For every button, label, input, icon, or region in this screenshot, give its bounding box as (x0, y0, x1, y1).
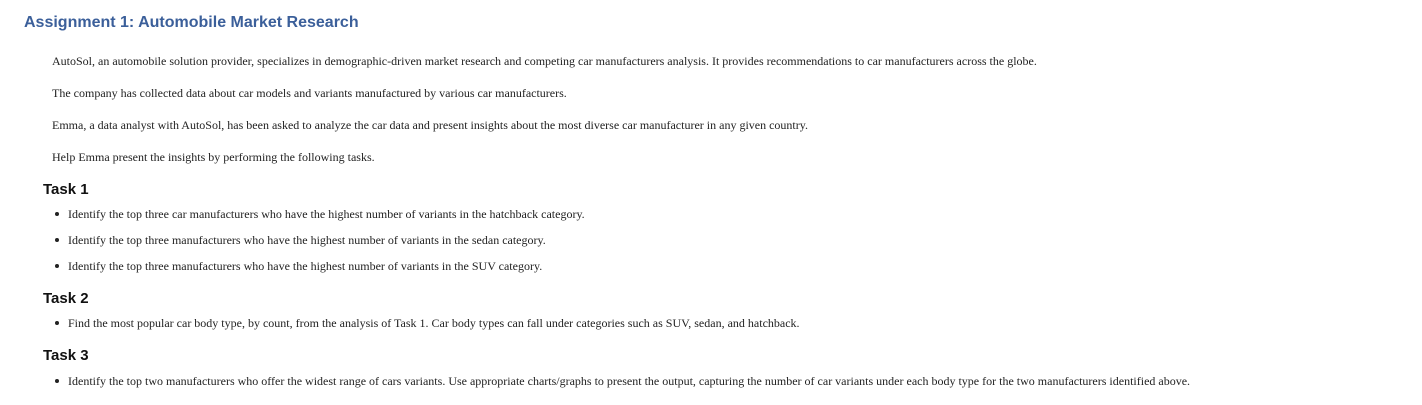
task-2-item-1: Find the most popular car body type, by … (55, 316, 800, 331)
task-1-item-1: Identify the top three car manufacturers… (55, 207, 585, 222)
task-3-heading: Task 3 (43, 347, 89, 364)
task-2-item-1-text: Find the most popular car body type, by … (68, 316, 800, 330)
intro-paragraph-3: Emma, a data analyst with AutoSol, has b… (52, 118, 808, 132)
task-1-item-2-text: Identify the top three manufacturers who… (68, 233, 546, 247)
bullet-icon (55, 379, 59, 384)
intro-paragraph-1: AutoSol, an automobile solution provider… (52, 54, 1037, 68)
task-2-heading: Task 2 (43, 290, 89, 307)
task-1-heading: Task 1 (43, 181, 89, 198)
task-1-item-3-text: Identify the top three manufacturers who… (68, 259, 543, 273)
intro-paragraph-4: Help Emma present the insights by perfor… (52, 150, 375, 164)
page-title: Assignment 1: Automobile Market Research (24, 14, 359, 31)
assignment-page: Assignment 1: Automobile Market Research… (0, 0, 1422, 405)
task-1-item-3: Identify the top three manufacturers who… (55, 259, 542, 274)
task-3-item-1: Identify the top two manufacturers who o… (55, 374, 1190, 389)
intro-paragraph-2: The company has collected data about car… (52, 86, 567, 100)
task-1-item-2: Identify the top three manufacturers who… (55, 233, 546, 248)
bullet-icon (55, 264, 59, 269)
bullet-icon (55, 212, 59, 217)
bullet-icon (55, 238, 59, 243)
task-3-item-1-text: Identify the top two manufacturers who o… (68, 374, 1191, 388)
bullet-icon (55, 321, 59, 326)
task-1-item-1-text: Identify the top three car manufacturers… (68, 207, 585, 221)
